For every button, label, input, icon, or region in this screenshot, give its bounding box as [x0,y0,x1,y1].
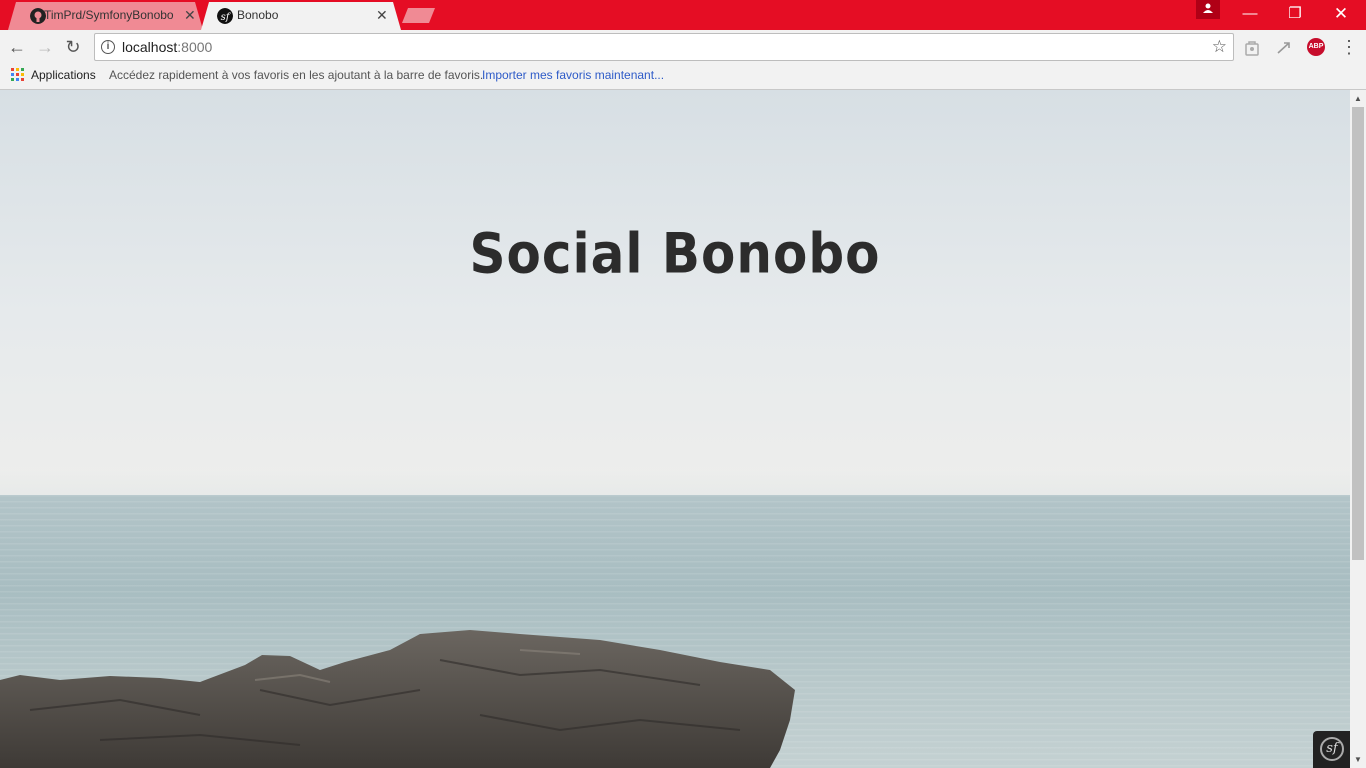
tab-close-button[interactable]: ✕ [376,2,388,29]
apps-grid-icon[interactable] [11,68,24,81]
bookmarks-bar: Applications Accédez rapidement à vos fa… [0,64,1366,90]
symfony-icon: sf [217,8,233,24]
address-host: localhost [122,39,178,55]
address-text: localhost:8000 [122,34,212,60]
bookmark-star-icon[interactable]: ☆ [1212,34,1227,60]
profile-button[interactable] [1196,0,1220,19]
close-window-button[interactable]: ✕ [1318,0,1364,30]
page-scrollbar[interactable]: ▲ ▼ [1350,90,1366,768]
symfony-icon: sf [1320,737,1344,761]
page-viewport: Social Bonobo [0,90,1350,768]
hero-sky [0,90,1350,500]
scrollbar-thumb[interactable] [1352,107,1364,560]
scroll-up-arrow-icon[interactable]: ▲ [1350,90,1366,107]
adblock-icon[interactable]: ABP [1307,38,1325,56]
new-tab-button[interactable] [402,8,435,23]
tab-title: Bonobo [237,8,279,22]
menu-icon[interactable]: ⋮ [1338,36,1360,58]
browser-toolbar: ← → ↻ i localhost:8000 ☆ ABP ⋮ [0,30,1366,64]
minimize-button[interactable]: — [1227,0,1273,30]
import-bookmarks-link[interactable]: Importer mes favoris maintenant... [482,64,664,86]
page-title: Social Bonobo [469,222,881,286]
back-button[interactable]: ← [6,36,28,58]
forward-button[interactable]: → [34,36,56,58]
address-bar[interactable]: i localhost:8000 ☆ [94,33,1234,61]
tab-title: TimPrd/SymfonyBonobo [44,8,174,22]
info-icon[interactable]: i [101,40,115,54]
tab-github[interactable]: TimPrd/SymfonyBonobo ✕ [8,2,203,30]
tab-close-button[interactable]: ✕ [184,2,196,29]
apps-shortcut[interactable]: Applications [31,64,96,86]
scroll-down-arrow-icon[interactable]: ▼ [1350,751,1366,768]
symfony-debug-toolbar-button[interactable]: sf [1313,731,1350,768]
tab-bonobo[interactable]: sf Bonobo ✕ [201,2,401,30]
bookmarks-hint: Accédez rapidement à vos favoris en les … [109,68,484,82]
user-icon [1203,3,1213,13]
translate-icon[interactable] [1275,39,1293,57]
address-port: :8000 [177,39,213,55]
reload-button[interactable]: ↻ [62,36,84,58]
hero-rocks-image [0,630,795,768]
browser-titlebar: TimPrd/SymfonyBonobo ✕ sf Bonobo ✕ — ❐ ✕ [0,0,1366,30]
restore-button[interactable]: ❐ [1272,0,1318,30]
extension-icon[interactable] [1243,39,1261,57]
